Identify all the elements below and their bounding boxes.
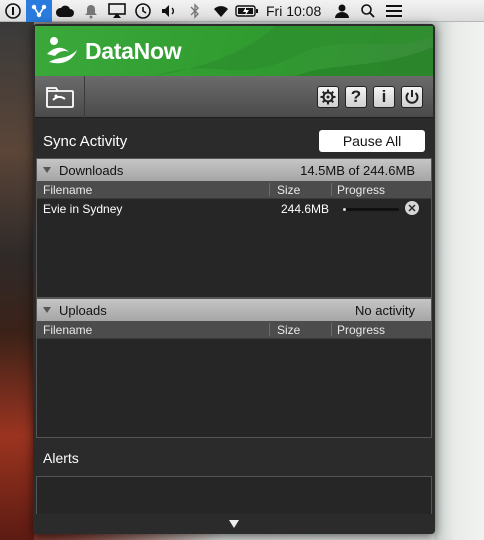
desktop-wallpaper-left [0, 22, 34, 540]
menu-bar: Fri 10:08 [0, 0, 484, 22]
settings-button[interactable] [317, 86, 339, 108]
column-header-size[interactable]: Size [277, 183, 300, 197]
battery-icon[interactable] [234, 0, 260, 22]
column-header-filename[interactable]: Filename [43, 183, 92, 197]
user-icon[interactable] [329, 0, 355, 22]
panel-toolbar: ? i [35, 76, 433, 118]
panel-footer [33, 514, 435, 534]
list-icon[interactable] [381, 0, 407, 22]
sync-folder-icon [45, 87, 74, 108]
column-divider [331, 323, 332, 336]
bluetooth-icon[interactable] [182, 0, 208, 22]
column-divider [331, 183, 332, 196]
download-progress-fill [343, 208, 347, 211]
pause-all-button[interactable]: Pause All [319, 130, 425, 152]
search-icon[interactable] [355, 0, 381, 22]
uploads-section: Uploads No activity Filename Size Progre… [36, 298, 432, 438]
menu-clock[interactable]: Fri 10:08 [260, 3, 329, 19]
uploads-summary: No activity [355, 302, 415, 318]
help-button[interactable]: ? [345, 86, 367, 108]
datanow-logo-icon [47, 37, 77, 64]
column-header-size[interactable]: Size [277, 323, 300, 337]
downloads-column-headers: Filename Size Progress [37, 181, 431, 199]
sync-folder-button[interactable] [35, 76, 85, 118]
uploads-title: Uploads [59, 302, 107, 318]
column-header-progress[interactable]: Progress [337, 323, 385, 337]
app-name: DataNow [85, 38, 182, 64]
info-icon: i [381, 87, 387, 106]
bell-icon[interactable] [78, 0, 104, 22]
desktop-wallpaper-right [434, 22, 484, 540]
download-size: 244.6MB [281, 202, 330, 216]
info-circle-icon[interactable] [0, 0, 26, 22]
column-header-filename[interactable]: Filename [43, 323, 92, 337]
collapse-triangle-icon[interactable] [43, 167, 51, 173]
power-button[interactable] [401, 86, 423, 108]
uploads-header[interactable]: Uploads No activity [37, 299, 431, 321]
downloads-section: Downloads 14.5MB of 244.6MB Filename Siz… [36, 158, 432, 298]
downloads-title: Downloads [59, 162, 124, 178]
close-icon: ✕ [407, 203, 417, 215]
download-progress-bar [343, 208, 399, 211]
info-button[interactable]: i [373, 86, 395, 108]
column-divider [269, 323, 270, 336]
power-icon [405, 90, 419, 104]
expand-down-icon[interactable] [229, 520, 239, 528]
uploads-column-headers: Filename Size Progress [37, 321, 431, 339]
downloads-summary: 14.5MB of 244.6MB [300, 162, 415, 178]
column-header-progress[interactable]: Progress [337, 183, 385, 197]
datanow-panel: DataNow ? i Sync Activity Pause All Down… [33, 24, 435, 534]
brand-swoosh-graphic [155, 26, 433, 76]
alerts-title: Alerts [43, 450, 79, 466]
gear-icon [320, 89, 336, 105]
cancel-download-button[interactable]: ✕ [405, 201, 419, 215]
wifi-icon[interactable] [208, 0, 234, 22]
help-icon: ? [350, 87, 362, 106]
airplay-icon[interactable] [104, 0, 130, 22]
sync-activity-title: Sync Activity [43, 132, 128, 150]
column-divider [269, 183, 270, 196]
brand-header: DataNow [35, 26, 433, 76]
download-filename: Evie in Sydney [43, 202, 123, 216]
sync-activity-header: Sync Activity Pause All [43, 128, 425, 154]
download-row[interactable]: Evie in Sydney 244.6MB ✕ [37, 199, 431, 217]
time-machine-icon[interactable] [130, 0, 156, 22]
collapse-triangle-icon[interactable] [43, 307, 51, 313]
datanow-icon[interactable] [26, 0, 52, 22]
downloads-header[interactable]: Downloads 14.5MB of 244.6MB [37, 159, 431, 181]
cloud-icon[interactable] [52, 0, 78, 22]
volume-icon[interactable] [156, 0, 182, 22]
